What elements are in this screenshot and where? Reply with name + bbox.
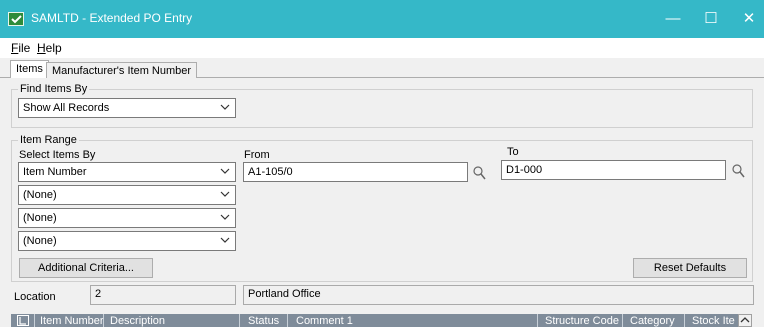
chevron-down-icon: [220, 237, 230, 243]
col-stock-item[interactable]: Stock Ite: [692, 315, 735, 327]
col-structure-code[interactable]: Structure Code: [545, 315, 619, 327]
selector-value: (None): [23, 189, 57, 201]
items-grid-header: Item Number Description Status Comment 1…: [11, 314, 752, 327]
tab-strip: Items Manufacturer's Item Number: [0, 58, 764, 79]
select-items-by-4[interactable]: (None): [18, 231, 236, 251]
window-title: SAMLTD - Extended PO Entry: [31, 11, 193, 25]
chevron-down-icon: [220, 104, 230, 110]
to-label: To: [507, 146, 519, 158]
items-panel: Find Items By Show All Records Item Rang…: [0, 78, 764, 327]
find-items-select[interactable]: Show All Records: [18, 98, 236, 118]
menu-bar: File Help: [0, 38, 764, 58]
reset-defaults-button[interactable]: Reset Defaults: [633, 258, 747, 278]
tab-items[interactable]: Items: [10, 60, 49, 79]
select-items-by-3[interactable]: (None): [18, 208, 236, 228]
from-input[interactable]: A1-105/0: [243, 162, 468, 182]
scroll-up-arrow-icon[interactable]: [738, 314, 752, 327]
find-items-value: Show All Records: [23, 102, 110, 114]
title-bar[interactable]: SAMLTD - Extended PO Entry — ☐ ✕: [0, 0, 764, 38]
menu-help[interactable]: Help: [37, 41, 62, 55]
chevron-down-icon: [220, 191, 230, 197]
selector-value: Item Number: [23, 166, 87, 178]
location-code-field: 2: [90, 285, 236, 305]
grid-select-icon[interactable]: [17, 315, 29, 326]
find-items-legend: Find Items By: [18, 83, 90, 95]
select-items-by-label: Select Items By: [19, 149, 96, 161]
col-comment-1[interactable]: Comment 1: [296, 315, 353, 327]
from-label: From: [244, 149, 270, 161]
chevron-down-icon: [220, 214, 230, 220]
select-items-by-2[interactable]: (None): [18, 185, 236, 205]
magnifier-icon[interactable]: [472, 165, 486, 181]
col-status[interactable]: Status: [248, 315, 279, 327]
item-range-legend: Item Range: [18, 134, 79, 146]
menu-file[interactable]: File: [11, 41, 30, 55]
location-name-field: Portland Office: [243, 285, 754, 305]
app-check-icon[interactable]: [8, 12, 24, 26]
selector-value: (None): [23, 235, 57, 247]
col-description[interactable]: Description: [110, 315, 165, 327]
col-category[interactable]: Category: [630, 315, 675, 327]
selector-value: (None): [23, 212, 57, 224]
magnifier-icon[interactable]: [731, 163, 745, 179]
to-input[interactable]: D1-000: [501, 160, 726, 180]
select-items-by-1[interactable]: Item Number: [18, 162, 236, 182]
col-item-number[interactable]: Item Number: [40, 315, 104, 327]
tab-manufacturers-item-number[interactable]: Manufacturer's Item Number: [46, 62, 198, 79]
close-button[interactable]: ✕: [726, 0, 764, 38]
location-label: Location: [14, 291, 56, 303]
additional-criteria-button[interactable]: Additional Criteria...: [19, 258, 153, 278]
chevron-down-icon: [220, 168, 230, 174]
